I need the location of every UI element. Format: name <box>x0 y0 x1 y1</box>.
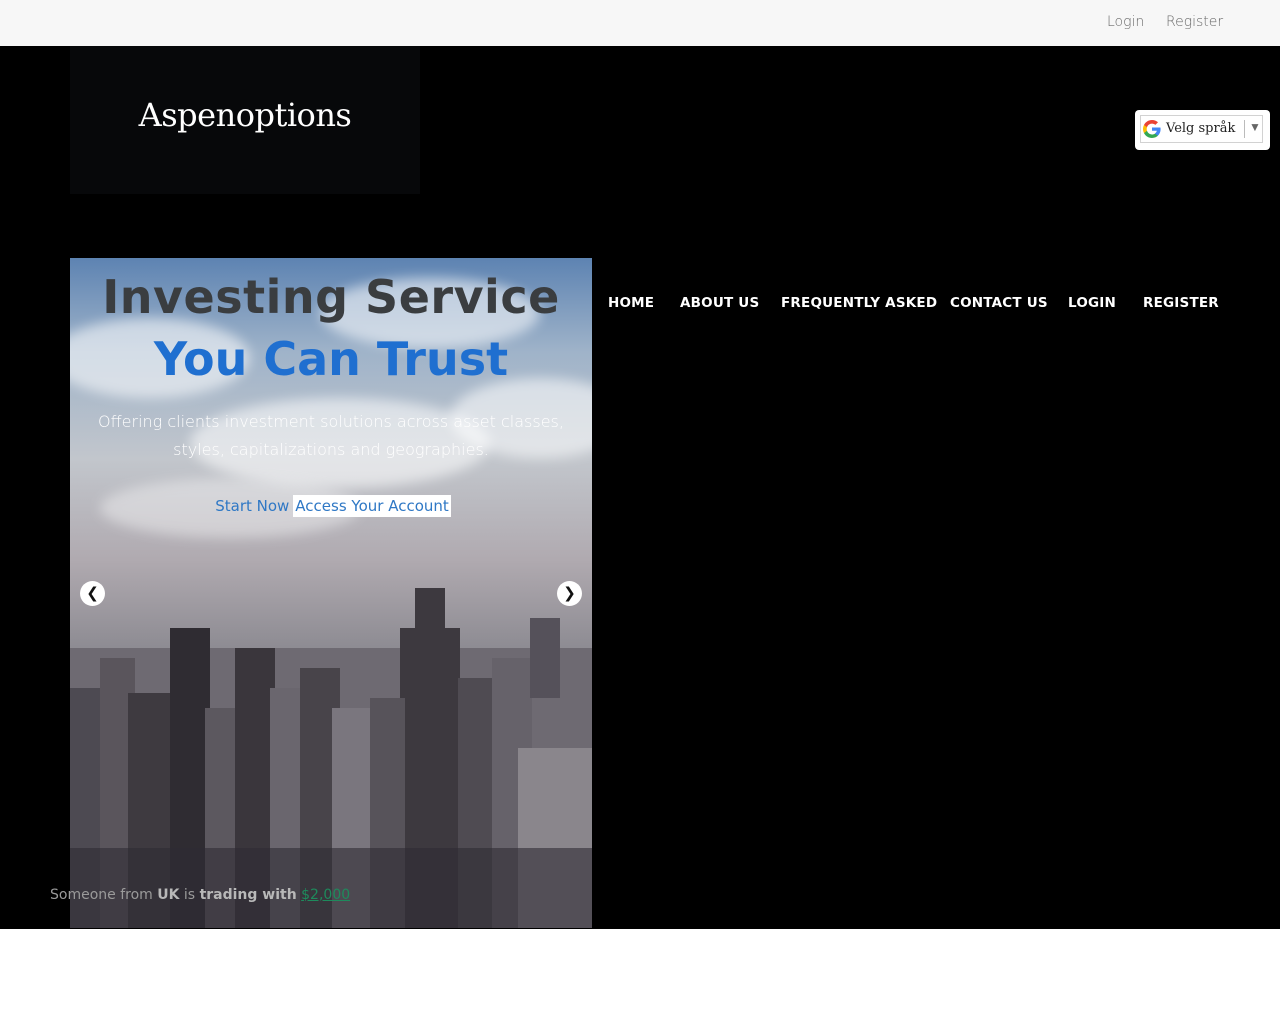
trading-notification: Someone from UK is trading with $2,000 <box>50 887 350 903</box>
notification-amount: $2,000 <box>301 887 351 903</box>
nav-item-faq[interactable]: FREQUENTLY ASKED <box>781 295 937 311</box>
hero-title-line1: Investing Service <box>102 270 560 324</box>
brand-name: Aspenoptions <box>138 96 352 134</box>
top-utility-bar: Login Register <box>0 0 1280 47</box>
top-register-link[interactable]: Register <box>1166 14 1223 30</box>
language-label: Velg språk <box>1166 121 1236 136</box>
hero-subtitle: Offering clients investment solutions ac… <box>98 412 564 459</box>
google-icon <box>1143 120 1161 138</box>
logo[interactable]: Aspenoptions <box>70 46 420 194</box>
nav-item-login[interactable]: LOGIN <box>1068 295 1116 311</box>
nav-item-about[interactable]: ABOUT US <box>680 295 759 311</box>
notification-action: trading with <box>199 887 297 903</box>
notification-country: UK <box>157 887 180 903</box>
hero-slider: Investing Service You Can Trust Offering… <box>70 258 592 928</box>
hero-title-line2: You Can Trust <box>153 332 509 386</box>
access-account-button[interactable]: Access Your Account <box>293 495 451 517</box>
nav-item-contact[interactable]: CONTACT US <box>950 295 1048 311</box>
slider-next-arrow-icon[interactable]: ❯ <box>557 581 582 606</box>
notification-middle: is <box>183 887 196 903</box>
dropdown-arrow-icon: ▼ <box>1249 120 1261 134</box>
hero-buttons: Start Now Access Your Account <box>70 495 592 517</box>
language-divider <box>1244 120 1245 138</box>
slider-prev-arrow-icon[interactable]: ❮ <box>80 581 105 606</box>
top-login-link[interactable]: Login <box>1107 14 1144 30</box>
language-selector[interactable]: Velg språk ▼ <box>1135 110 1270 150</box>
language-select-box[interactable]: Velg språk ▼ <box>1140 115 1263 143</box>
nav-item-home[interactable]: HOME <box>608 295 654 311</box>
page-main: Aspenoptions Velg språk ▼ Investing Serv… <box>0 46 1280 929</box>
city-skyline-image <box>70 588 592 928</box>
nav-item-register[interactable]: REGISTER <box>1143 295 1219 311</box>
start-now-button[interactable]: Start Now <box>211 495 293 517</box>
notification-prefix: Someone from <box>50 887 153 903</box>
